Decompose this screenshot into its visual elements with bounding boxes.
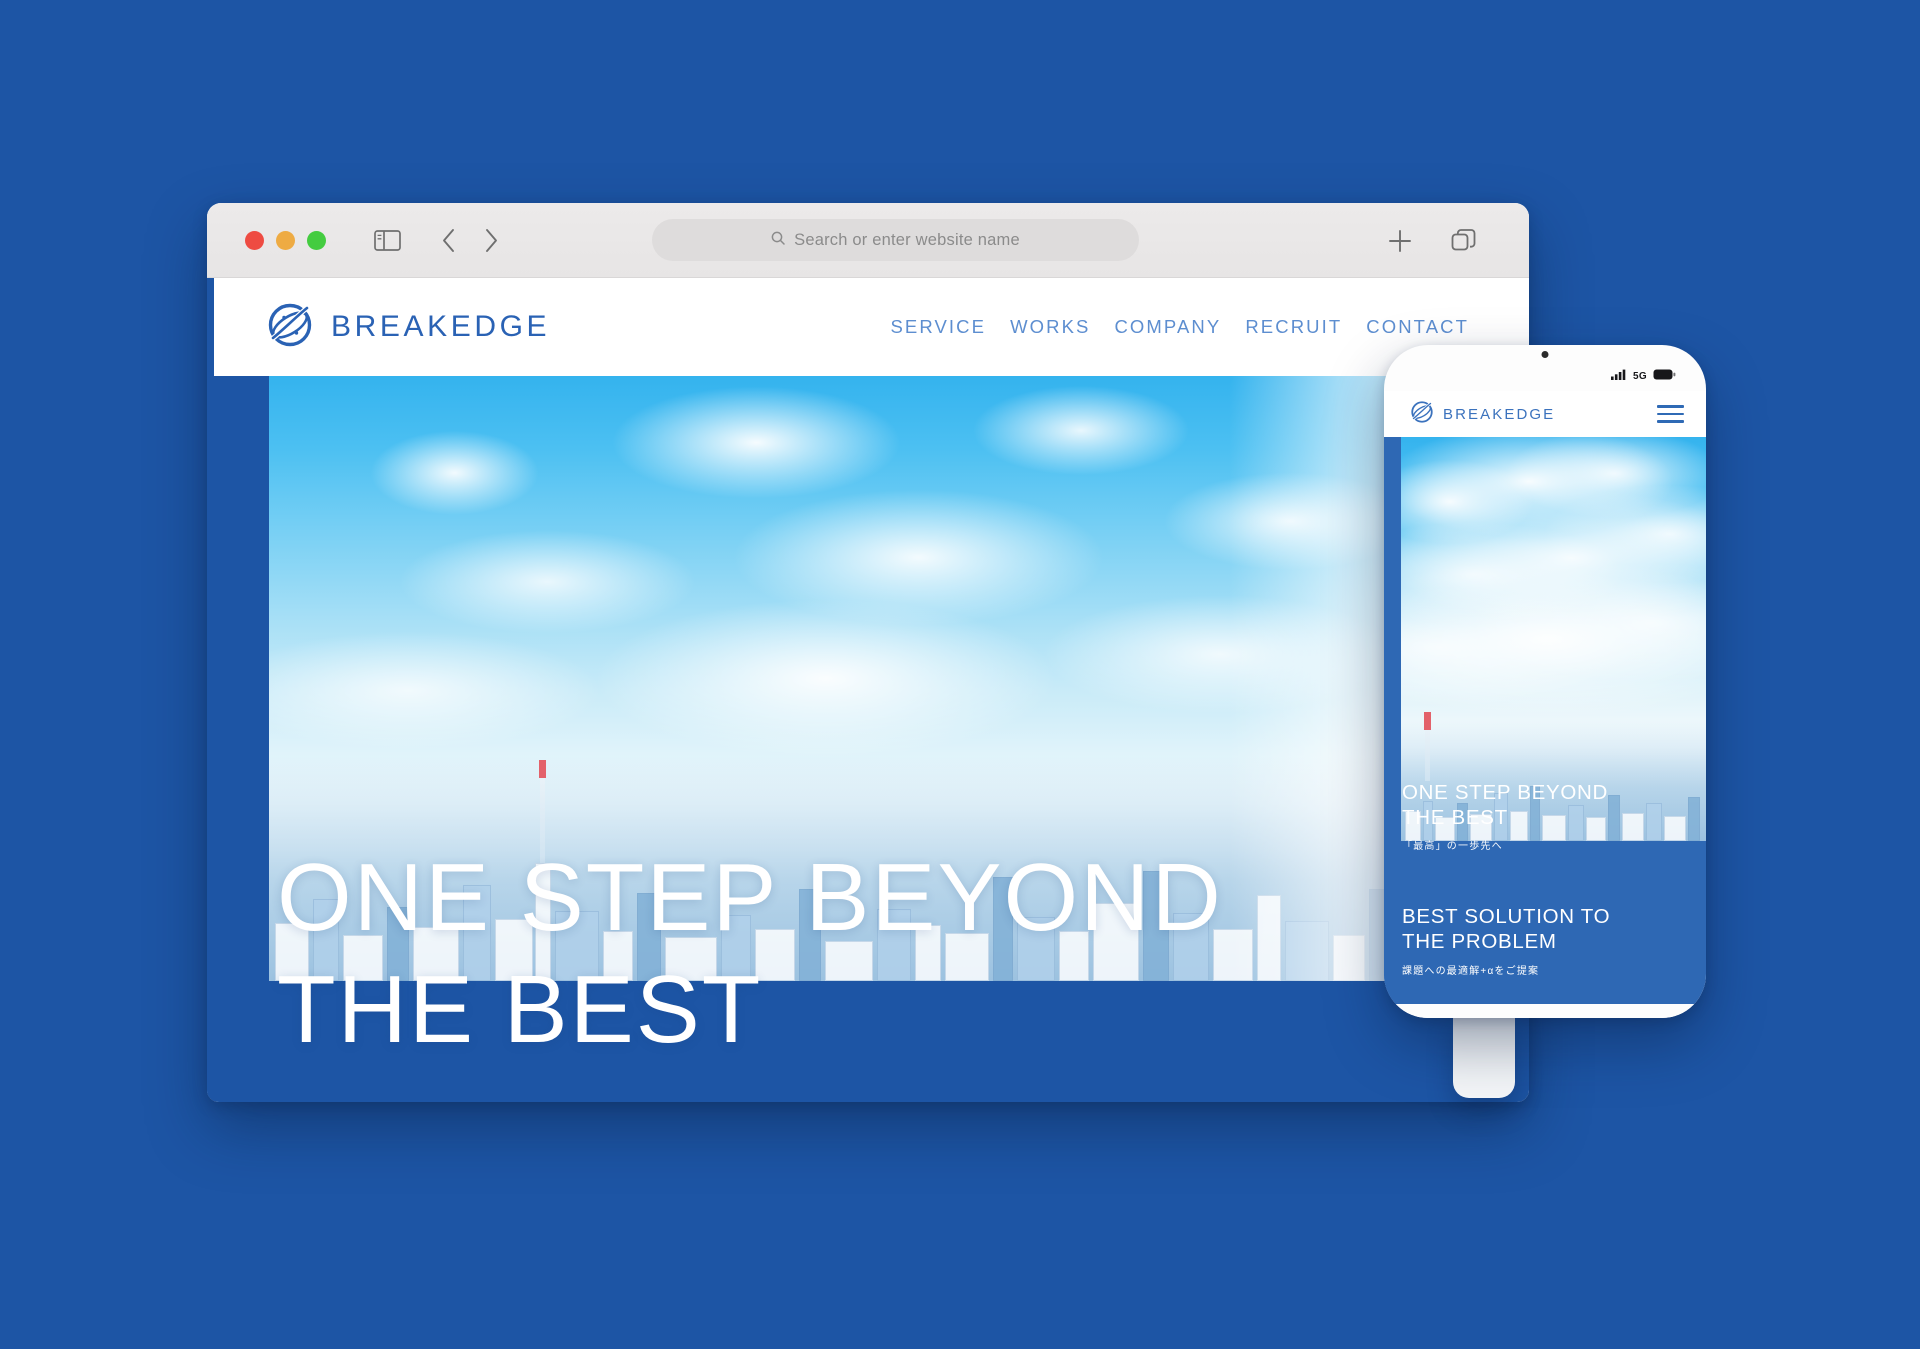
breakedge-globe-logo-icon — [266, 301, 314, 354]
sidebar-icon[interactable] — [374, 229, 401, 251]
hamburger-menu-icon[interactable] — [1657, 405, 1684, 423]
phone-site-logo-text: BREAKEDGE — [1443, 405, 1556, 423]
browser-window: Search or enter website name BREAKEDGE S… — [207, 203, 1529, 1102]
phone-left-accent-strip — [1384, 437, 1401, 1004]
search-placeholder: Search or enter website name — [794, 230, 1020, 249]
nav-item-contact[interactable]: CONTACT — [1366, 316, 1469, 338]
phone-bottom-bezel — [1384, 1004, 1706, 1018]
phone-device: 5G BREAKEDGE ONE STEP BEYOND THE BEST 「最… — [1384, 345, 1706, 1018]
hero-headline-line1: ONE STEP BEYOND — [277, 844, 1223, 951]
phone-site-logo[interactable]: BREAKEDGE — [1410, 400, 1555, 429]
site-hero-section: ONE STEP BEYOND THE BEST — [207, 376, 1529, 1102]
site-logo[interactable]: BREAKEDGE — [266, 301, 550, 354]
window-traffic-lights — [245, 230, 326, 250]
phone-hero-headline: ONE STEP BEYOND THE BEST 「最高」の一歩先へ — [1402, 781, 1694, 852]
phone-secondary-headline: BEST SOLUTION TO THE PROBLEM 課題への最適解+αをご… — [1402, 905, 1694, 977]
phone-stand — [1453, 1014, 1515, 1098]
nav-item-works[interactable]: WORKS — [1010, 316, 1090, 338]
minimize-window-button[interactable] — [276, 230, 295, 250]
cellular-bars-icon — [1611, 367, 1627, 385]
plus-icon[interactable] — [1387, 228, 1413, 254]
chevron-left-icon[interactable] — [441, 228, 456, 253]
site-header: BREAKEDGE SERVICE WORKS COMPANY RECRUIT … — [207, 278, 1529, 376]
search-icon — [771, 231, 785, 250]
copy-tabs-icon[interactable] — [1451, 228, 1477, 254]
nav-item-company[interactable]: COMPANY — [1114, 316, 1221, 338]
chevron-right-icon[interactable] — [484, 228, 499, 253]
browser-chrome-toolbar: Search or enter website name — [207, 203, 1529, 278]
browser-toolbar-right — [1387, 203, 1477, 278]
phone-hero-subtitle-jp: 「最高」の一歩先へ — [1402, 841, 1503, 853]
phone-site-header: BREAKEDGE — [1384, 391, 1706, 437]
phone-camera-dot — [1541, 351, 1549, 358]
phone-secondary-subtitle-jp: 課題への最適解+αをご提案 — [1402, 966, 1540, 978]
network-label: 5G — [1633, 370, 1647, 382]
site-main-nav: SERVICE WORKS COMPANY RECRUIT CONTACT — [890, 316, 1469, 338]
mockup-canvas: Search or enter website name BREAKEDGE S… — [0, 0, 1920, 1349]
phone-secondary-line1: BEST SOLUTION TO — [1402, 905, 1611, 928]
close-window-button[interactable] — [245, 230, 264, 250]
phone-status-bar: 5G — [1384, 367, 1706, 385]
phone-viewport: ONE STEP BEYOND THE BEST 「最高」の一歩先へ BEST … — [1384, 437, 1706, 1004]
breakedge-globe-logo-icon — [1410, 400, 1434, 429]
nav-item-recruit[interactable]: RECRUIT — [1245, 316, 1342, 338]
site-logo-text: BREAKEDGE — [331, 310, 551, 343]
phone-hero-line2: THE BEST — [1402, 805, 1508, 829]
hero-headline-line2: THE BEST — [277, 956, 763, 1064]
nav-item-service[interactable]: SERVICE — [890, 316, 986, 338]
phone-hero-line1: ONE STEP BEYOND — [1402, 781, 1609, 804]
search-input[interactable]: Search or enter website name — [652, 219, 1139, 261]
battery-icon — [1653, 367, 1676, 385]
hero-headline: ONE STEP BEYOND THE BEST — [277, 842, 1223, 1067]
phone-secondary-line2: THE PROBLEM — [1402, 929, 1557, 953]
maximize-window-button[interactable] — [307, 230, 326, 250]
